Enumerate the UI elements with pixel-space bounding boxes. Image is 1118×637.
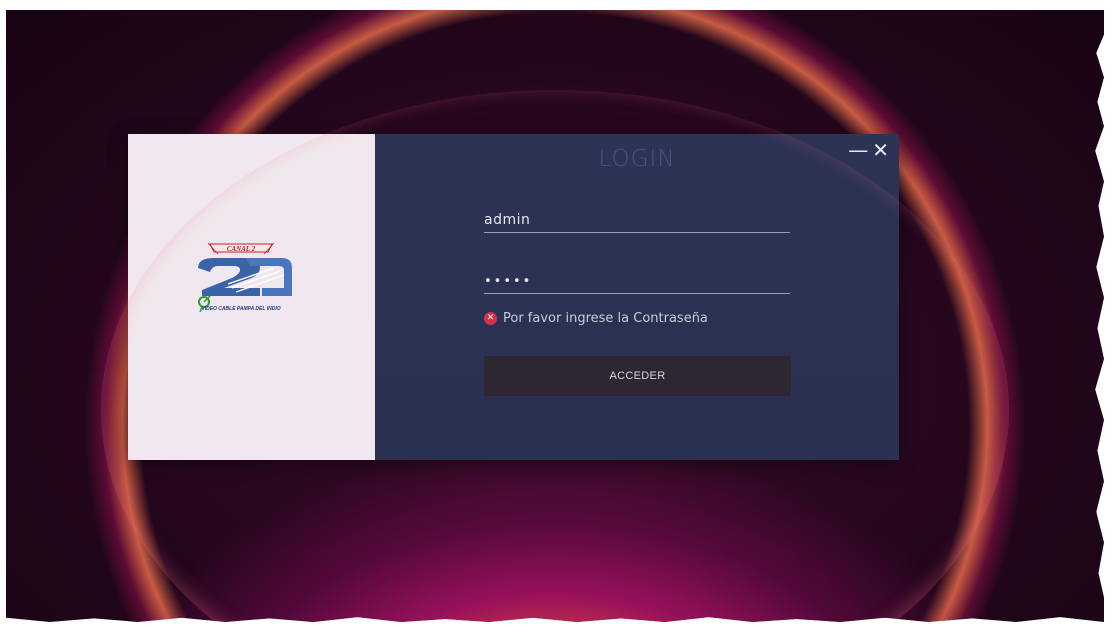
username-input[interactable] xyxy=(484,208,790,232)
logo-caption-text: VIDEO CABLE PAMPA DEL INDIO xyxy=(201,306,281,312)
logo-panel: CANAL 2 VIDEO CABLE PAMPA DEL INDIO xyxy=(128,134,375,460)
login-form-panel: LOGIN — ✕ ✕ Por favor ingrese la Contras… xyxy=(375,134,899,460)
username-field xyxy=(484,208,790,233)
logo-brand-text: CANAL 2 xyxy=(226,245,256,253)
password-field xyxy=(484,269,790,294)
canal2-logo: CANAL 2 VIDEO CABLE PAMPA DEL INDIO xyxy=(188,240,294,316)
password-input[interactable] xyxy=(484,269,790,293)
password-error: ✕ Por favor ingrese la Contraseña xyxy=(484,311,708,326)
login-window: CANAL 2 VIDEO CABLE PAMPA DEL INDIO LOGI… xyxy=(128,134,899,460)
error-message: Por favor ingrese la Contraseña xyxy=(503,311,708,326)
acceder-button[interactable]: ACCEDER xyxy=(484,356,791,396)
window-controls: — ✕ xyxy=(848,140,889,160)
close-icon[interactable]: ✕ xyxy=(872,140,889,160)
error-x-icon: ✕ xyxy=(484,312,497,325)
desktop-wallpaper: CANAL 2 VIDEO CABLE PAMPA DEL INDIO LOGI… xyxy=(6,10,1104,622)
minimize-icon[interactable]: — xyxy=(848,140,868,160)
login-title: LOGIN xyxy=(598,146,676,172)
